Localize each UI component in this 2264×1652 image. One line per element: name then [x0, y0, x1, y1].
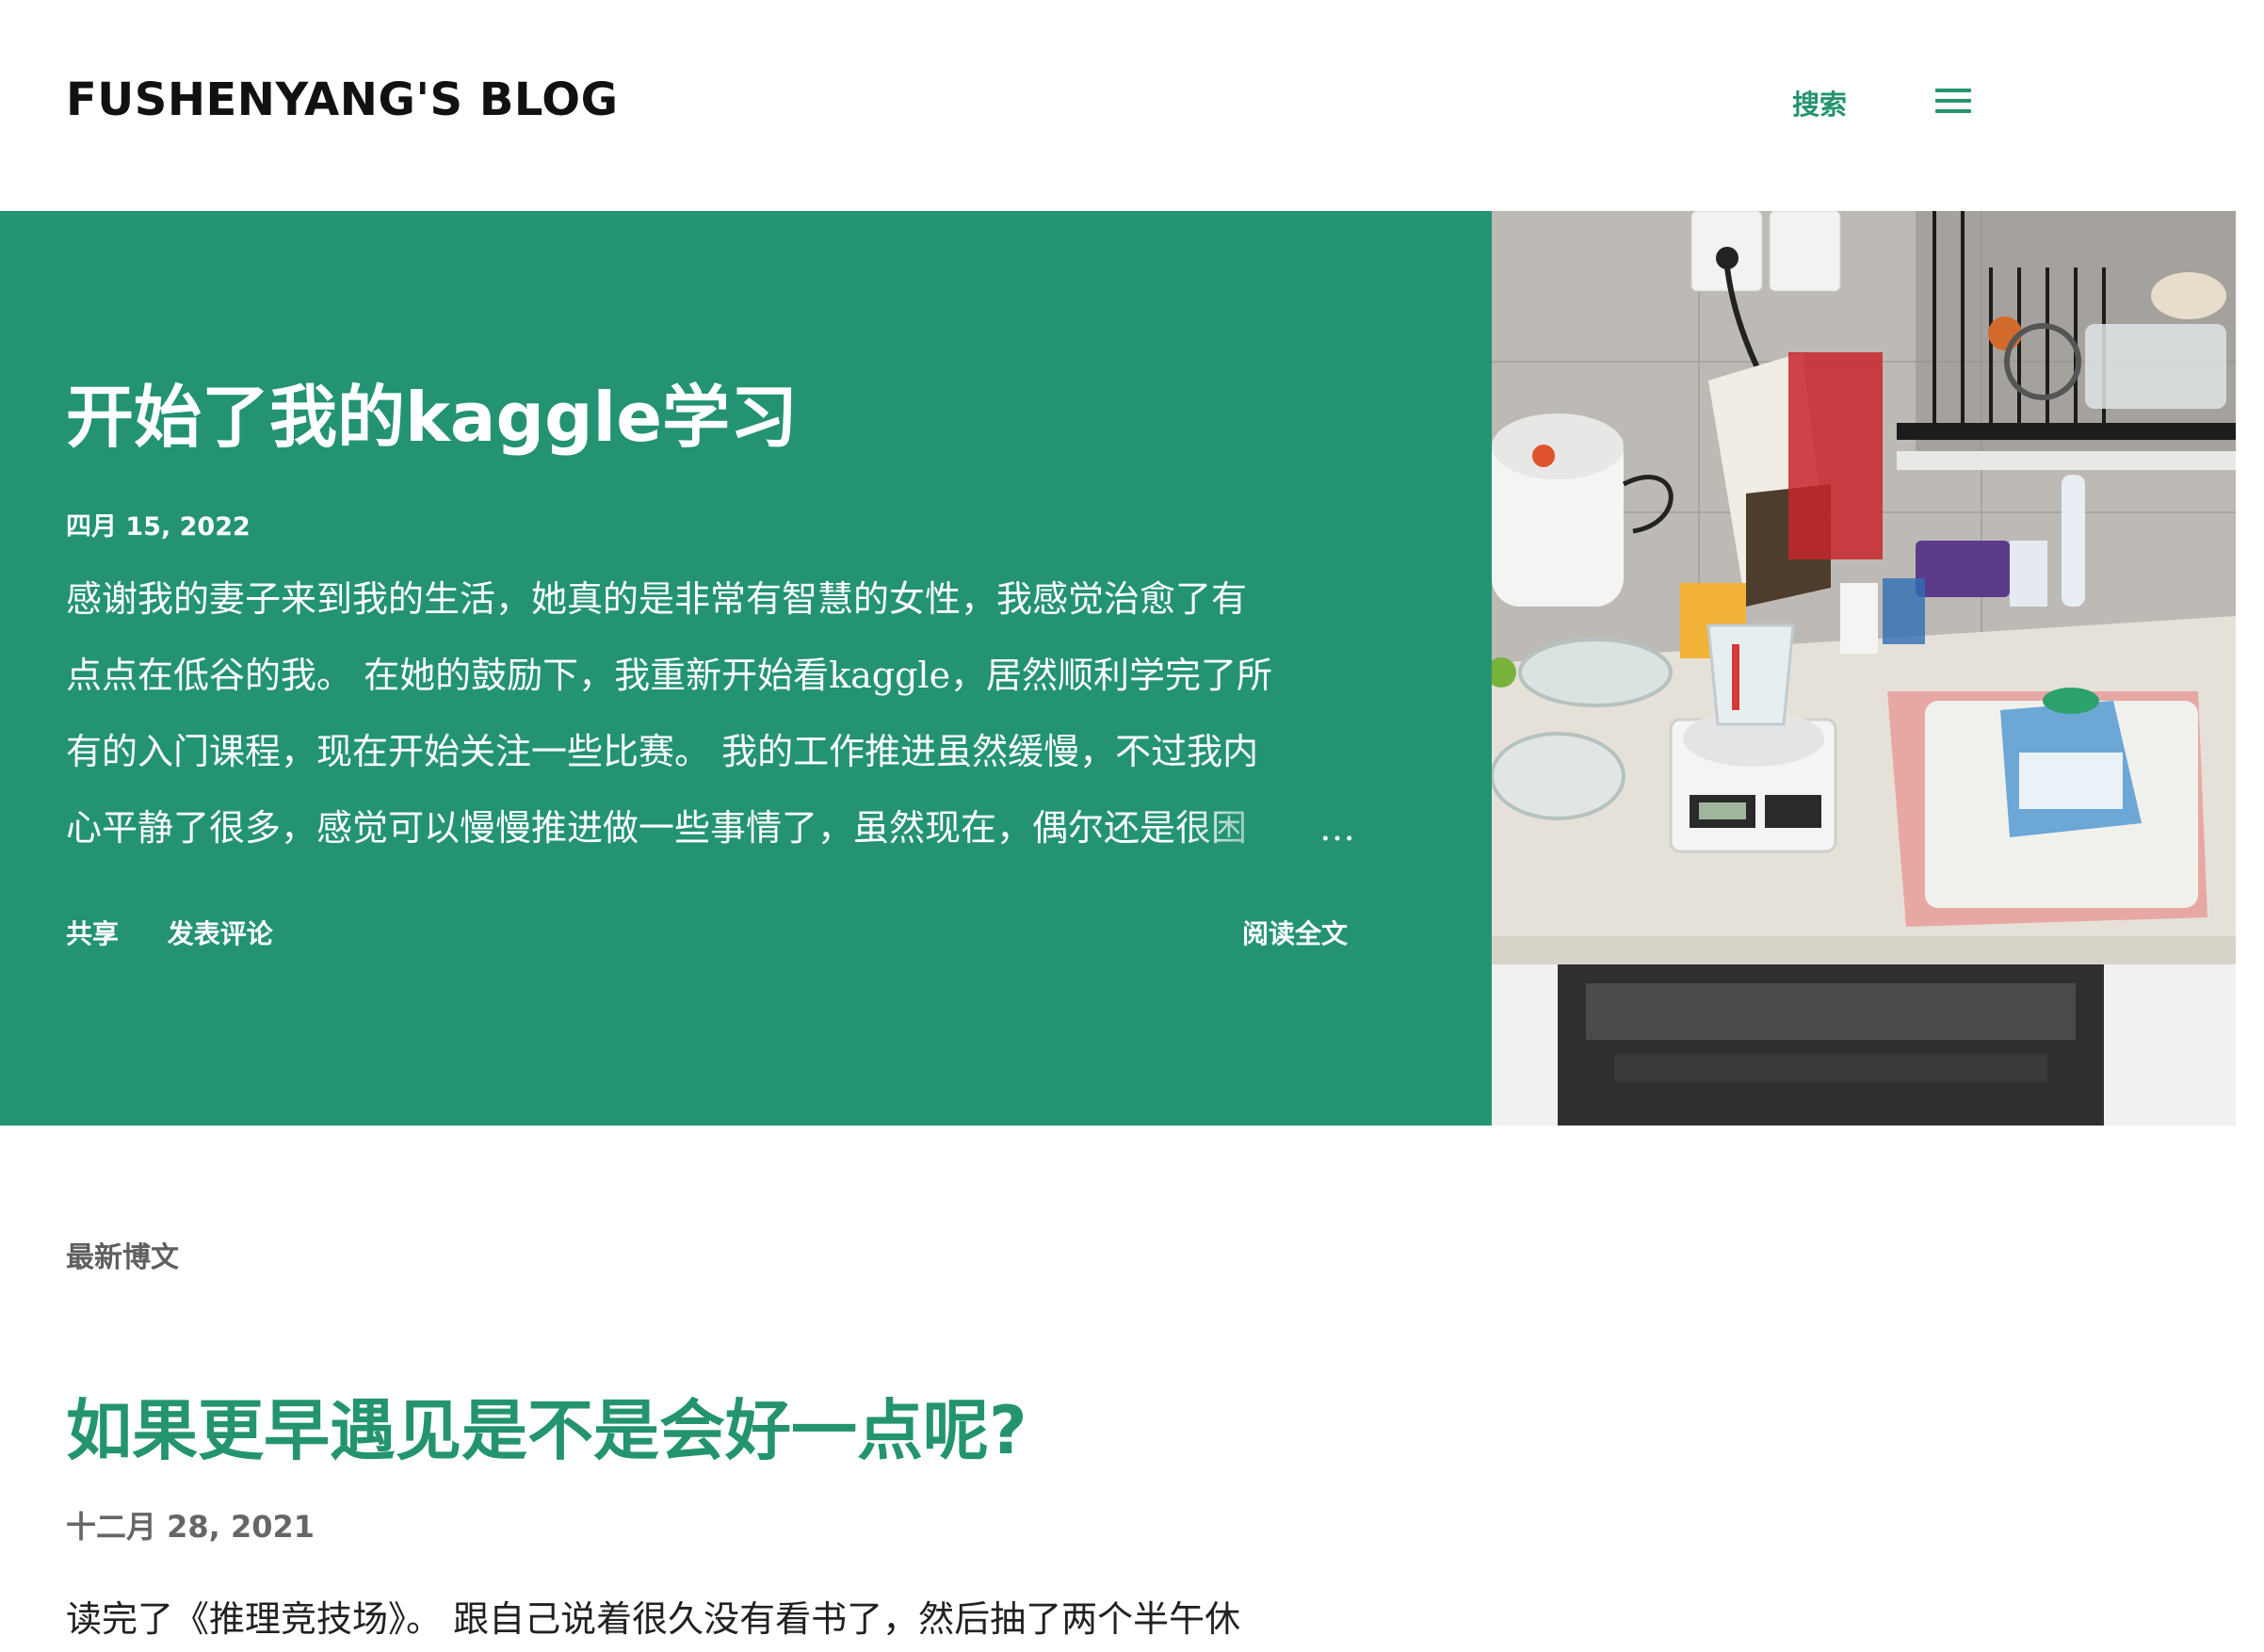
post-snippet: 读完了《推理竞技场》。 跟自己说着很久没有看书了，然后抽了两个半午休 — [66, 1598, 1241, 1640]
post-comment-link[interactable]: 发表评论 — [168, 918, 273, 949]
featured-post: 开始了我的kaggle学习 四月 15, 2022 感谢我的妻子来到我的生活，她… — [0, 211, 1492, 1126]
featured-post-actions: 共享 发表评论 — [66, 914, 313, 951]
snippet-fade — [1178, 790, 1319, 866]
read-more-link[interactable]: 阅读全文 — [1242, 914, 1348, 951]
featured-post-date[interactable]: 四月 15, 2022 — [66, 506, 251, 543]
post-title-link[interactable]: 如果更早遇见是不是会好一点呢? — [66, 1378, 1027, 1473]
share-button[interactable]: 共享 — [66, 918, 119, 949]
blog-header: FUSHENYANG'S BLOG 搜索 — [0, 0, 2264, 211]
featured-post-snippet: 感谢我的妻子来到我的生活，她真的是非常有智慧的女性，我感觉治愈了有 点点在低谷的… — [66, 561, 1351, 866]
snippet-line: 点点在低谷的我。 在她的鼓励下，我重新开始看kaggle，居然顺利学完了所 — [66, 655, 1273, 696]
snippet-line: 有的入门课程，现在开始关注一些比赛。 我的工作推进虽然缓慢，不过我内 — [66, 731, 1259, 772]
snippet-line: 心平静了很多，感觉可以慢慢推进做一些事情了，虽然现在，偶尔还是很困 — [66, 807, 1248, 849]
search-button[interactable]: 搜索 — [1792, 83, 1847, 122]
post-date[interactable]: 十二月 28, 2021 — [66, 1503, 315, 1547]
kitchen-counter-photo — [1492, 211, 2236, 1126]
hamburger-menu-icon[interactable] — [1935, 87, 1971, 115]
featured-post-title[interactable]: 开始了我的kaggle学习 — [66, 362, 798, 461]
blog-title-link[interactable]: FUSHENYANG'S BLOG — [66, 73, 619, 126]
snippet-ellipsis: … — [1319, 790, 1351, 866]
snippet-line: 感谢我的妻子来到我的生活，她真的是非常有智慧的女性，我感觉治愈了有 — [66, 578, 1248, 620]
featured-post-image[interactable] — [1492, 211, 2236, 1126]
latest-posts-heading: 最新博文 — [66, 1241, 179, 1274]
